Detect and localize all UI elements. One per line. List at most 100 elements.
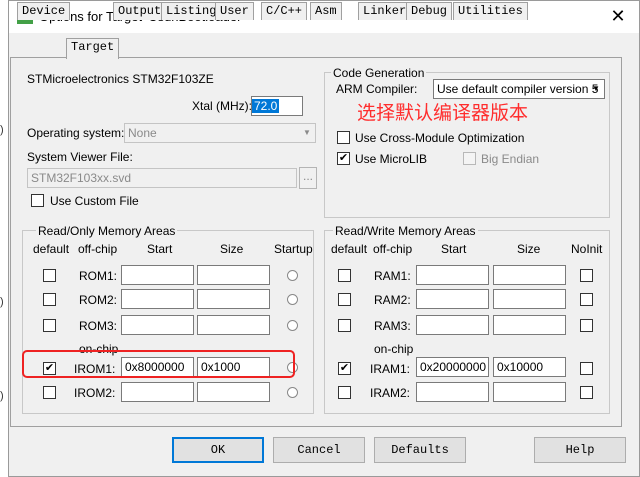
ram3-label: RAM3: <box>374 319 411 333</box>
xtal-value: 72.0 <box>252 99 280 113</box>
tab-c-cpp[interactable]: C/C++ <box>261 2 308 20</box>
compiler-select[interactable]: Use default compiler version 5 ▼ <box>433 79 605 99</box>
tab-output[interactable]: Output <box>113 2 167 20</box>
chevron-down-icon: ▼ <box>592 84 600 93</box>
ram1-noinit-checkbox[interactable] <box>580 269 593 282</box>
ro-memory-title: Read/Only Memory Areas <box>36 224 178 238</box>
rom1-label: ROM1: <box>79 269 118 283</box>
tab-linker[interactable]: Linker <box>358 2 412 20</box>
rom1-default-checkbox[interactable] <box>43 269 56 282</box>
ram2-default-checkbox[interactable] <box>338 293 351 306</box>
background-fragment: ) <box>0 124 4 136</box>
cross-module-checkbox[interactable] <box>337 131 350 144</box>
custom-file-label: Use Custom File <box>50 194 139 208</box>
help-button[interactable]: Help <box>534 437 626 463</box>
ram2-label: RAM2: <box>374 293 411 307</box>
big-endian-label: Big Endian <box>481 152 540 166</box>
ram3-default-checkbox[interactable] <box>338 319 351 332</box>
ram2-noinit-checkbox[interactable] <box>580 293 593 306</box>
ram3-noinit-checkbox[interactable] <box>580 319 593 332</box>
tab-target[interactable]: Target <box>66 38 120 59</box>
ro-header-start: Start <box>147 242 173 256</box>
iram2-noinit-checkbox[interactable] <box>580 386 593 399</box>
close-icon[interactable]: ✕ <box>605 5 631 29</box>
iram2-label: IRAM2: <box>370 386 411 400</box>
tab-listing[interactable]: Listing <box>161 2 222 20</box>
rw-header-offchip: off-chip <box>373 242 413 256</box>
rw-header-default: default <box>331 242 368 256</box>
rom2-label: ROM2: <box>79 293 118 307</box>
ro-header-startup: Startup <box>274 242 313 256</box>
code-generation-title: Code Generation <box>331 66 427 80</box>
rw-header-size: Size <box>517 242 541 256</box>
ram2-size-input[interactable] <box>493 289 566 309</box>
os-select[interactable]: None ▼ <box>124 123 316 143</box>
ram1-default-checkbox[interactable] <box>338 269 351 282</box>
iram1-default-checkbox[interactable]: ✔ <box>338 362 351 375</box>
ram3-start-input[interactable] <box>416 315 489 335</box>
tab-utilities[interactable]: Utilities <box>453 2 528 20</box>
cancel-button[interactable]: Cancel <box>273 437 365 463</box>
rom2-start-input[interactable] <box>121 289 194 309</box>
cross-module-label: Use Cross-Module Optimization <box>355 131 525 145</box>
ok-button[interactable]: OK <box>172 437 264 463</box>
iram1-noinit-checkbox[interactable] <box>580 362 593 375</box>
microlib-label: Use MicroLIB <box>355 152 428 166</box>
rom3-label: ROM3: <box>79 319 118 333</box>
rom1-size-input[interactable] <box>197 265 270 285</box>
rw-header-noinit: NoInit <box>571 242 603 256</box>
rw-onchip-label: on-chip <box>374 342 414 356</box>
background-fragment: ) <box>0 390 4 402</box>
rom3-size-input[interactable] <box>197 315 270 335</box>
rw-header-start: Start <box>441 242 467 256</box>
xtal-label: Xtal (MHz): <box>192 99 252 113</box>
ro-header-default: default <box>33 242 70 256</box>
rom1-start-input[interactable] <box>121 265 194 285</box>
iram2-default-checkbox[interactable] <box>338 386 351 399</box>
irom2-size-input[interactable] <box>197 382 270 402</box>
rom1-startup-radio[interactable] <box>287 270 298 281</box>
rom2-size-input[interactable] <box>197 289 270 309</box>
iram1-start-input[interactable]: 0x20000000 <box>416 357 489 377</box>
svf-field[interactable]: STM32F103xx.svd <box>27 168 297 188</box>
os-label: Operating system: <box>27 126 125 140</box>
tab-user[interactable]: User <box>215 2 254 20</box>
ram2-start-input[interactable] <box>416 289 489 309</box>
irom2-startup-radio[interactable] <box>287 387 298 398</box>
irom2-default-checkbox[interactable] <box>43 386 56 399</box>
iram1-size-input[interactable]: 0x10000 <box>493 357 566 377</box>
compiler-label: ARM Compiler: <box>336 82 418 96</box>
rom3-startup-radio[interactable] <box>287 320 298 331</box>
rom3-default-checkbox[interactable] <box>43 319 56 332</box>
microlib-checkbox[interactable]: ✔ <box>337 152 350 165</box>
compiler-value: Use default compiler version 5 <box>437 82 599 96</box>
iram2-size-input[interactable] <box>493 382 566 402</box>
device-name: STMicroelectronics STM32F103ZE <box>27 72 214 86</box>
highlight-box <box>22 350 295 378</box>
defaults-button[interactable]: Defaults <box>374 437 466 463</box>
iram1-label: IRAM1: <box>370 362 411 376</box>
ram1-start-input[interactable] <box>416 265 489 285</box>
ro-header-offchip: off-chip <box>78 242 118 256</box>
ro-header-size: Size <box>220 242 244 256</box>
rom2-default-checkbox[interactable] <box>43 293 56 306</box>
tab-debug[interactable]: Debug <box>406 2 453 20</box>
svf-label: System Viewer File: <box>27 150 133 164</box>
tab-asm[interactable]: Asm <box>310 2 342 20</box>
xtal-input[interactable]: 72.0 <box>251 96 303 116</box>
rom2-startup-radio[interactable] <box>287 294 298 305</box>
ram1-label: RAM1: <box>374 269 411 283</box>
ram3-size-input[interactable] <box>493 315 566 335</box>
annotation-text: 选择默认编译器版本 <box>357 103 529 124</box>
rom3-start-input[interactable] <box>121 315 194 335</box>
irom2-start-input[interactable] <box>121 382 194 402</box>
background-fragment: ) <box>0 296 4 308</box>
chevron-down-icon: ▼ <box>303 128 311 137</box>
tab-device[interactable]: Device <box>17 2 71 20</box>
svf-browse-button[interactable]: ... <box>299 167 317 189</box>
rw-memory-title: Read/Write Memory Areas <box>333 224 478 238</box>
iram2-start-input[interactable] <box>416 382 489 402</box>
custom-file-checkbox[interactable] <box>31 194 44 207</box>
ram1-size-input[interactable] <box>493 265 566 285</box>
big-endian-checkbox[interactable] <box>463 152 476 165</box>
